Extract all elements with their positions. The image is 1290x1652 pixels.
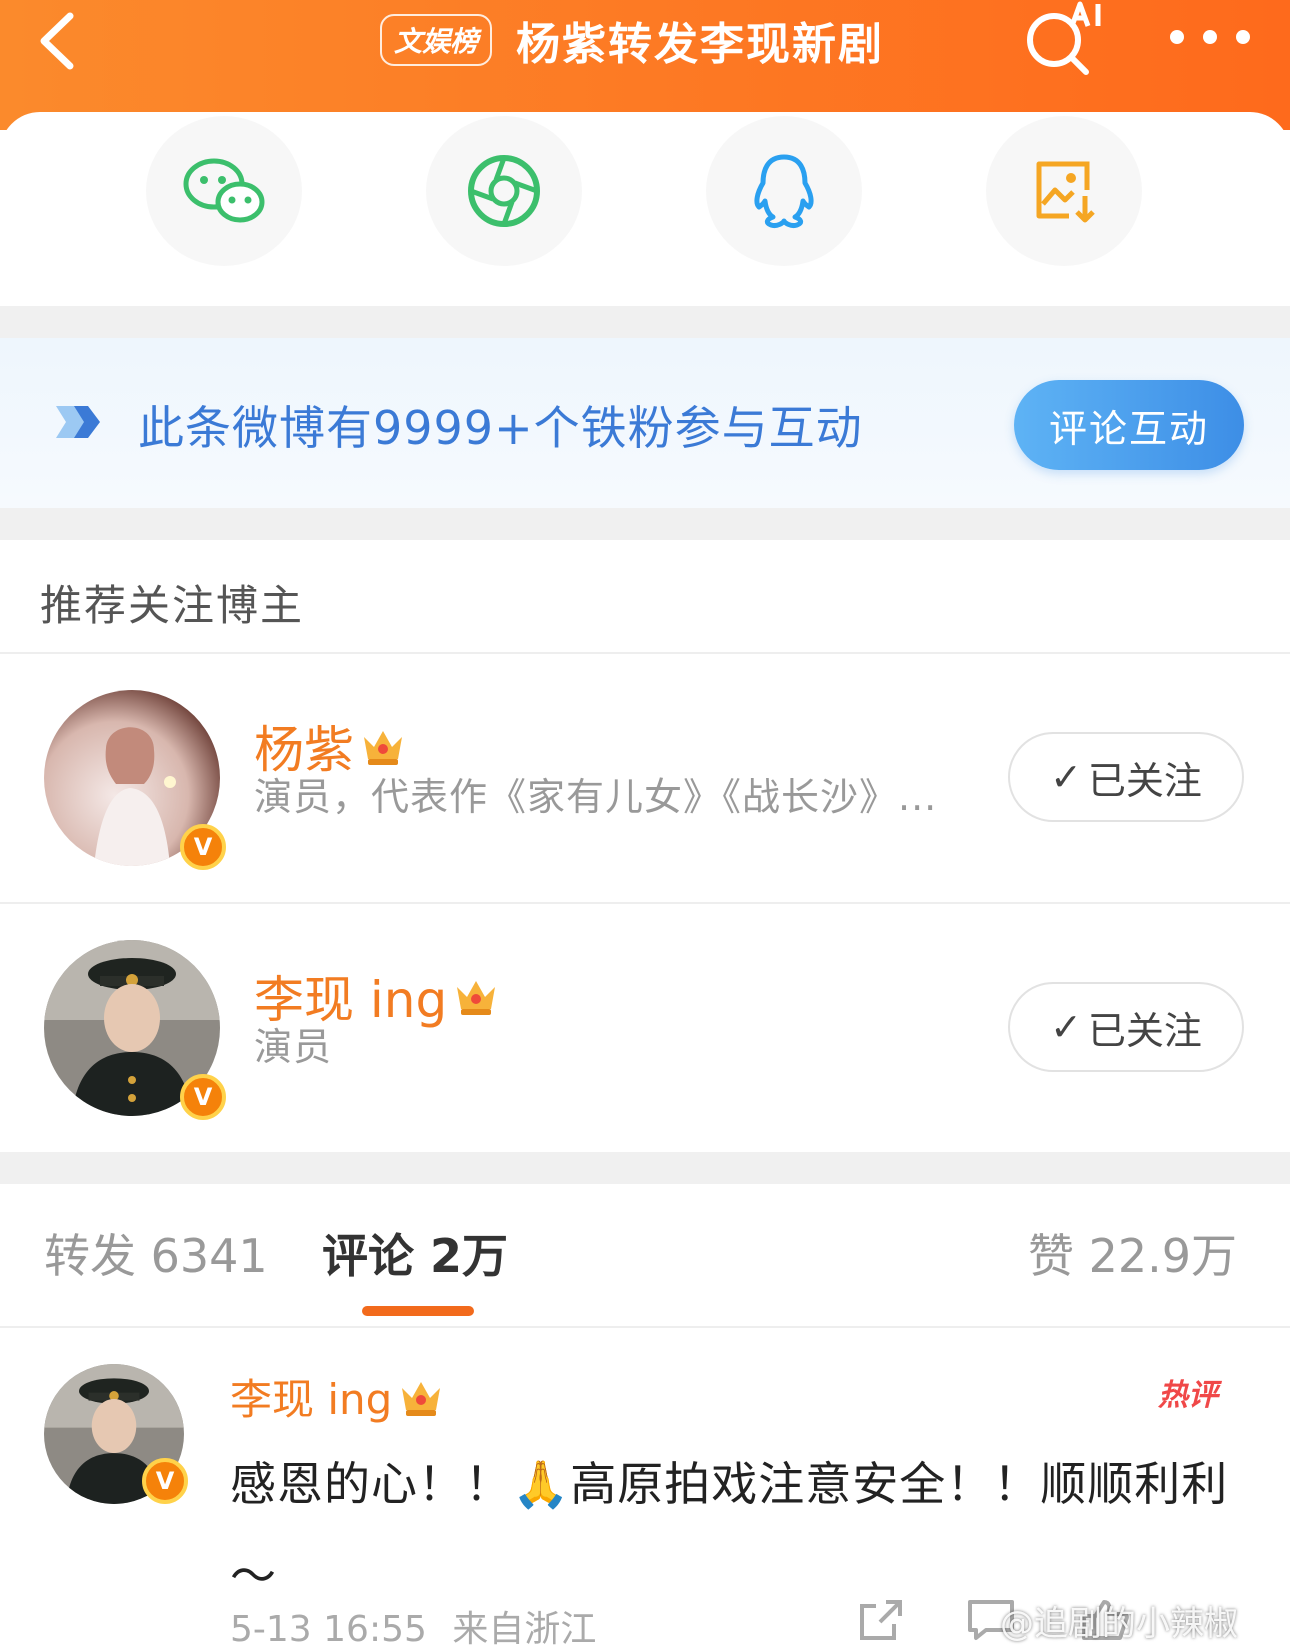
ranking-badge[interactable]: 文娱榜 <box>380 14 493 66</box>
recommend-title: 推荐关注博主 <box>40 581 305 630</box>
verified-badge-icon: V <box>180 1074 226 1120</box>
moments-icon <box>468 155 540 227</box>
crown-icon <box>364 731 402 765</box>
comment-text: 感恩的心！！🙏高原拍戏注意安全！！顺顺利利～ <box>230 1457 1229 1603</box>
divider <box>0 1326 1290 1328</box>
crown-icon <box>402 1381 441 1416</box>
comment-interact-button[interactable]: 评论互动 <box>1014 380 1244 470</box>
top-bar: 文娱榜 杨紫转发李现新剧 <box>0 0 1290 130</box>
title-group: 文娱榜 杨紫转发李现新剧 <box>380 8 884 72</box>
recommend-user-row[interactable]: V 李现 ing 演员 ✓ 已关注 <box>0 906 1290 1146</box>
save-image-icon <box>1036 161 1095 223</box>
watermark: @追剧的小辣椒 <box>1000 1604 1238 1644</box>
divider <box>0 902 1290 904</box>
comment-author[interactable]: 李现 ing <box>230 1366 446 1427</box>
following-button[interactable]: ✓ 已关注 <box>1008 982 1244 1072</box>
check-icon: ✓ <box>1050 755 1082 799</box>
ai-search-icon[interactable] <box>1020 0 1110 80</box>
qq-icon <box>754 154 814 228</box>
tab-like[interactable]: 赞 22.9万 <box>1028 1220 1237 1286</box>
user-description: 演员，代表作《家有儿女》《战长沙》... <box>254 775 938 819</box>
fan-interaction-banner: 此条微博有9999+个铁粉参与互动 评论互动 <box>0 338 1290 508</box>
divider <box>0 652 1290 654</box>
banner-text: 此条微博有9999+个铁粉参与互动 <box>138 401 863 455</box>
share-moments-button[interactable] <box>426 116 582 266</box>
section-gap <box>0 508 1290 540</box>
comment-meta: 5-13 16:55 来自浙江 <box>230 1600 596 1652</box>
tab-comment[interactable]: 评论 2万 <box>322 1220 508 1286</box>
share-wechat-button[interactable] <box>146 116 302 266</box>
recommend-user-row[interactable]: V 杨紫 演员，代表作《家有儿女》《战长沙》... ✓ 已关注 <box>0 656 1290 896</box>
share-panel <box>0 112 1290 308</box>
hot-comment-badge: 热评 <box>1158 1378 1218 1413</box>
back-arrow-icon[interactable] <box>30 6 90 76</box>
following-button[interactable]: ✓ 已关注 <box>1008 732 1244 822</box>
comment-location: 来自浙江 <box>452 1609 597 1650</box>
share-qq-button[interactable] <box>706 116 862 266</box>
user-description: 演员 <box>254 1025 333 1069</box>
verified-badge-icon: V <box>142 1458 188 1504</box>
crown-icon <box>457 981 496 1015</box>
active-tab-indicator <box>362 1306 474 1316</box>
feed-tabs: 转发 6341 评论 2万 赞 22.9万 <box>0 1190 1290 1320</box>
wechat-icon <box>183 158 265 223</box>
section-gap <box>0 1152 1290 1184</box>
share-icon[interactable] <box>856 1598 906 1642</box>
page-title: 杨紫转发李现新剧 <box>516 19 885 70</box>
more-options-icon[interactable] <box>1170 22 1250 52</box>
save-image-button[interactable] <box>986 116 1142 266</box>
fan-badge-icon <box>56 406 100 438</box>
check-icon: ✓ <box>1050 1005 1082 1049</box>
tab-repost[interactable]: 转发 6341 <box>44 1220 268 1286</box>
comment-time: 5-13 16:55 <box>230 1609 427 1650</box>
section-gap <box>0 306 1290 338</box>
verified-badge-icon: V <box>180 824 226 870</box>
